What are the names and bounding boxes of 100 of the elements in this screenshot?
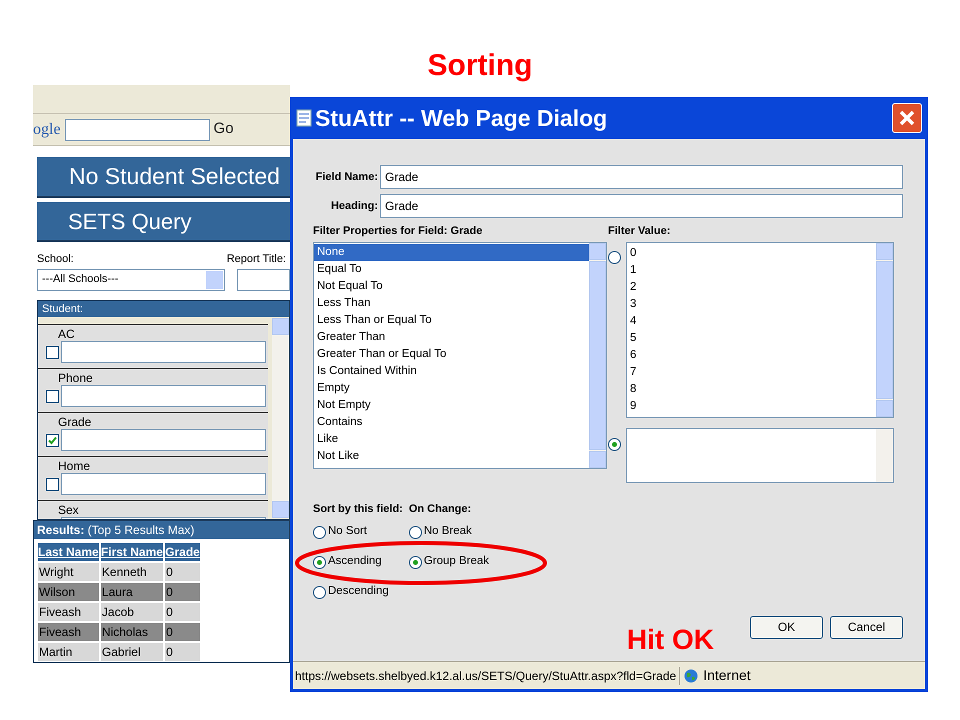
list-item[interactable]: None — [314, 244, 589, 260]
radio-label: No Break — [424, 524, 472, 540]
list-item[interactable]: Greater Than or Equal To — [314, 346, 589, 362]
list-item[interactable]: 8 — [627, 380, 876, 398]
status-zone: Internet — [703, 666, 751, 685]
field-label: Home — [58, 459, 92, 473]
filter-properties-list[interactable]: None Equal To Not Equal To Less Than Less Than or Equal To Greater Than Greater Than or Equal To Is Contained Within Empty Not Empty Contains Like Not Like — [313, 242, 607, 468]
dialog-title: StuAttr -- Web Page Dialog — [315, 104, 608, 133]
scrollbar[interactable] — [272, 318, 289, 518]
list-item[interactable]: 6 — [627, 346, 876, 364]
filter-field[interactable] — [61, 429, 266, 451]
radio-button[interactable] — [608, 250, 621, 264]
radio-label: Group Break — [424, 554, 490, 570]
table-cell: Gabriel — [100, 642, 164, 660]
list-item[interactable]: 0 — [627, 244, 876, 262]
list-item[interactable]: 4 — [627, 312, 876, 330]
search-field[interactable] — [64, 118, 210, 140]
radio-button[interactable] — [313, 526, 326, 538]
column-header[interactable]: First Name — [100, 542, 164, 560]
list-item[interactable]: Is Contained Within — [314, 362, 589, 380]
list-item[interactable]: 9 — [627, 398, 876, 414]
list-item[interactable]: Empty — [314, 380, 589, 396]
list-item[interactable]: Not Empty — [314, 396, 589, 414]
field-label: Sex — [58, 503, 80, 517]
field-label: Phone — [58, 371, 94, 385]
close-icon — [898, 109, 916, 127]
report-title-field[interactable] — [237, 268, 290, 290]
radio-label: Ascending — [328, 554, 382, 570]
checkbox[interactable] — [46, 434, 59, 446]
slide-title: Sorting — [428, 48, 532, 84]
table-cell: Fiveash — [38, 602, 99, 620]
close-button[interactable] — [892, 103, 922, 133]
globe-icon — [684, 668, 698, 682]
table-cell: Martin — [38, 642, 99, 660]
list-item[interactable]: Like — [314, 430, 589, 448]
table-cell: Kenneth — [100, 562, 164, 580]
checkbox[interactable] — [46, 390, 59, 402]
dialog-button[interactable]: OK — [750, 616, 823, 638]
column-header[interactable]: Last Name — [38, 542, 99, 560]
list-item[interactable]: 1 — [627, 262, 876, 278]
radio-button[interactable] — [408, 556, 422, 568]
radio-button[interactable] — [608, 438, 621, 450]
scrollbar[interactable] — [876, 242, 893, 416]
filter-value-textarea[interactable] — [626, 428, 894, 482]
radio-button[interactable] — [313, 586, 326, 598]
checkbox[interactable] — [46, 478, 59, 490]
list-item[interactable]: Not Equal To — [314, 278, 589, 294]
table-cell: Jacob — [100, 602, 164, 620]
table-cell: 0 — [165, 562, 200, 580]
toolbar-logo: ogle — [33, 120, 61, 140]
list-item[interactable]: 2 — [627, 278, 876, 296]
list-item[interactable]: Less Than or Equal To — [314, 312, 589, 328]
filter-field[interactable] — [61, 341, 266, 363]
table-cell: 0 — [165, 602, 200, 620]
section-label: Sort by this field: — [313, 502, 403, 516]
field-label: Grade — [58, 415, 92, 429]
list-item[interactable]: Equal To — [314, 260, 589, 278]
school-select[interactable]: ---All Schools--- — [37, 268, 225, 290]
column-header[interactable]: Grade — [165, 542, 200, 560]
filter-value-list[interactable]: 0 1 2 3 4 5 6 7 8 9 — [626, 242, 894, 418]
radio-label: No Sort — [328, 524, 367, 540]
heading-input[interactable]: Grade — [380, 194, 903, 218]
table-cell: 0 — [165, 582, 200, 600]
table-cell: 0 — [165, 622, 200, 640]
field-label: Report Title: — [226, 252, 286, 267]
table-cell: Laura — [100, 582, 164, 600]
instruction-note: Hit OK — [626, 623, 714, 657]
field-label: Heading: — [330, 198, 378, 214]
checkbox[interactable] — [46, 346, 59, 358]
panel-header: Student: — [42, 302, 83, 316]
filter-field[interactable] — [61, 385, 266, 407]
radio-button[interactable] — [313, 556, 326, 568]
section-title: SETS Query — [68, 208, 192, 236]
radio-button[interactable] — [408, 526, 422, 538]
table-cell: Wilson — [38, 582, 99, 600]
field-label: AC — [58, 327, 76, 341]
section-label: Filter Properties for Field: Grade — [313, 224, 484, 239]
list-item[interactable]: 5 — [627, 330, 876, 346]
field-name-input[interactable]: Grade — [380, 165, 903, 189]
section-label: On Change: — [408, 502, 472, 516]
results-title: Results: (Top 5 Results Max) — [37, 522, 194, 538]
list-item[interactable]: 3 — [627, 296, 876, 312]
status-url: https://websets.shelbyed.k12.al.us/SETS/Query/StuAttr.aspx?fld=Grade — [293, 666, 680, 684]
list-item[interactable]: Contains — [314, 414, 589, 430]
table-cell: 0 — [165, 642, 200, 660]
field-label: Field Name: — [314, 170, 378, 185]
scrollbar[interactable] — [589, 242, 606, 468]
table-cell: Wright — [38, 562, 99, 580]
table-cell: Fiveash — [38, 622, 99, 640]
list-item[interactable]: Not Like — [314, 448, 589, 464]
dialog-button[interactable]: Cancel — [830, 616, 903, 638]
filter-field[interactable] — [61, 473, 266, 495]
banner-text: No Student Selected — [69, 162, 280, 192]
radio-label: Descending — [328, 584, 389, 600]
page-icon — [296, 109, 312, 127]
go-button[interactable]: Go — [214, 118, 234, 141]
list-item[interactable]: Greater Than — [314, 328, 589, 346]
table-cell: Nicholas — [100, 622, 164, 640]
list-item[interactable]: Less Than — [314, 294, 589, 312]
list-item[interactable]: 7 — [627, 364, 876, 380]
